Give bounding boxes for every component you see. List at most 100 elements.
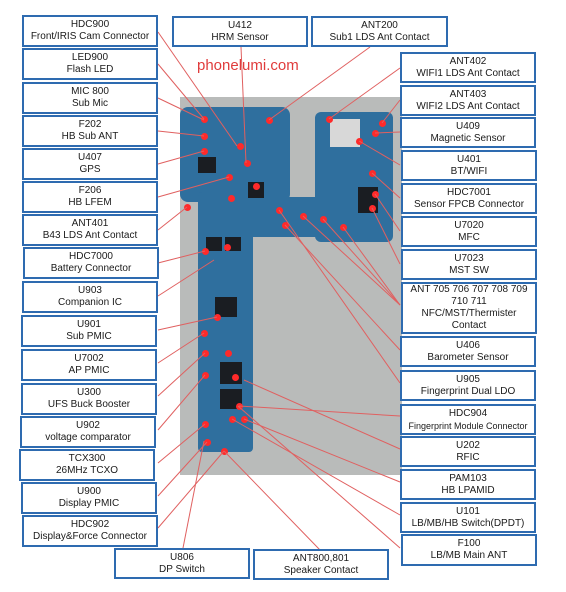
label-id: PAM103 xyxy=(449,472,487,484)
label-ant800-801: ANT800,801 Speaker Contact xyxy=(253,549,389,580)
label-ant403: ANT403 WIFI2 LDS Ant Contact xyxy=(400,85,536,116)
marker-dot xyxy=(244,160,251,167)
watermark: phonelumi.com xyxy=(197,57,299,74)
label-desc: UFS Buck Booster xyxy=(47,399,131,410)
label-u406: U406 Barometer Sensor xyxy=(400,336,536,367)
label-u202: U202 RFIC xyxy=(400,436,536,467)
label-id: ANT200 xyxy=(361,19,398,31)
marker-dot xyxy=(201,330,208,337)
marker-dot xyxy=(369,170,376,177)
label-id: U401 xyxy=(457,153,481,165)
label-hdc7001: HDC7001 Sensor FPCB Connector xyxy=(401,183,537,214)
marker-dot xyxy=(225,350,232,357)
label-id: U900 xyxy=(77,486,101,497)
label-id: U406 xyxy=(456,339,480,351)
marker-dot xyxy=(201,148,208,155)
marker-dot xyxy=(253,183,260,190)
label-id: F206 xyxy=(78,185,102,196)
label-desc: MST SW xyxy=(449,264,489,276)
label-f202: F202 HB Sub ANT xyxy=(22,115,158,147)
marker-dot xyxy=(204,439,211,446)
label-led900: LED900 Flash LED xyxy=(22,48,158,80)
label-id: LED900 xyxy=(71,52,109,63)
label-id: U407 xyxy=(78,152,102,163)
label-u7020: U7020 MFC xyxy=(401,216,537,247)
chip xyxy=(220,362,242,384)
label-id: HDC900 xyxy=(70,19,110,30)
label-desc: Sub PMIC xyxy=(66,331,112,342)
marker-dot xyxy=(224,244,231,251)
label-hdc900: HDC900 Front/IRIS Cam Connector xyxy=(22,15,158,47)
label-u401: U401 BT/WIFI xyxy=(401,150,537,181)
label-desc: BT/WIFI xyxy=(450,165,488,177)
label-id: U300 xyxy=(77,387,101,398)
label-id: TCX300 xyxy=(68,453,106,464)
marker-dot xyxy=(369,205,376,212)
marker-dot xyxy=(340,224,347,231)
label-desc: Sub1 LDS Ant Contact xyxy=(329,31,430,43)
label-id: U202 xyxy=(456,439,480,451)
label-f100: F100 LB/MB Main ANT xyxy=(401,534,537,566)
label-u806: U806 DP Switch xyxy=(114,548,250,579)
marker-dot xyxy=(202,372,209,379)
label-id: U409 xyxy=(456,120,480,132)
label-desc: HRM Sensor xyxy=(211,31,269,43)
label-id: U101 xyxy=(456,505,480,517)
label-desc: RFIC xyxy=(456,451,480,463)
label-desc: Fingerprint Module Connector xyxy=(408,420,528,431)
label-id: MIC 800 xyxy=(71,86,109,97)
label-id: U905 xyxy=(456,373,480,385)
marker-dot xyxy=(237,143,244,150)
label-id: HDC7000 xyxy=(69,251,113,262)
label-id: ANT 705 706 707 708 709 710 711 xyxy=(410,284,528,307)
label-desc: GPS xyxy=(79,164,101,175)
label-hdc7000: HDC7000 Battery Connector xyxy=(23,247,159,279)
marker-dot xyxy=(372,191,379,198)
label-id: ANT800,801 xyxy=(292,552,350,564)
marker-dot xyxy=(372,130,379,137)
marker-dot xyxy=(202,248,209,255)
label-desc: DP Switch xyxy=(159,563,205,575)
label-desc: Battery Connector xyxy=(50,263,132,274)
marker-dot xyxy=(236,403,243,410)
label-u101: U101 LB/MB/HB Switch(DPDT) xyxy=(400,502,536,533)
marker-dot xyxy=(229,416,236,423)
label-u407: U407 GPS xyxy=(22,148,158,180)
label-desc: WIFI2 LDS Ant Contact xyxy=(416,100,520,112)
label-id: U902 xyxy=(76,420,100,431)
label-id: U7002 xyxy=(74,353,104,364)
label-u900: U900 Display PMIC xyxy=(21,482,157,514)
marker-dot xyxy=(201,133,208,140)
label-desc: LB/MB Main ANT xyxy=(430,550,508,561)
label-u902: U902 voltage comparator xyxy=(20,416,156,448)
marker-dot xyxy=(201,116,208,123)
marker-dot xyxy=(320,216,327,223)
label-desc: AP PMIC xyxy=(68,365,110,376)
label-u905: U905 Fingerprint Dual LDO xyxy=(400,370,536,401)
label-desc: Speaker Contact xyxy=(283,564,359,576)
marker-dot xyxy=(214,314,221,321)
label-desc: MFC xyxy=(458,231,480,243)
label-id: U901 xyxy=(77,319,101,330)
label-id: ANT401 xyxy=(71,218,109,229)
marker-dot xyxy=(356,138,363,145)
label-f206: F206 HB LFEM xyxy=(22,181,158,213)
marker-dot xyxy=(276,207,283,214)
label-desc: voltage comparator xyxy=(45,432,131,443)
label-id: ANT403 xyxy=(449,88,487,100)
label-u409: U409 Magnetic Sensor xyxy=(400,117,536,148)
marker-dot xyxy=(241,416,248,423)
label-desc: Front/IRIS Cam Connector xyxy=(30,31,150,42)
label-desc: Companion IC xyxy=(58,297,122,308)
chip xyxy=(198,157,216,173)
pcb-top-left xyxy=(180,107,290,202)
marker-dot xyxy=(228,195,235,202)
label-desc: Barometer Sensor xyxy=(427,351,509,363)
label-desc: Magnetic Sensor xyxy=(430,132,506,144)
pcb-photo xyxy=(180,97,402,475)
marker-dot xyxy=(300,213,307,220)
label-ant200: ANT200 Sub1 LDS Ant Contact xyxy=(311,16,448,47)
label-u300: U300 UFS Buck Booster xyxy=(21,383,157,415)
label-id: HDC902 xyxy=(70,519,110,530)
label-id: ANT402 xyxy=(449,55,487,67)
